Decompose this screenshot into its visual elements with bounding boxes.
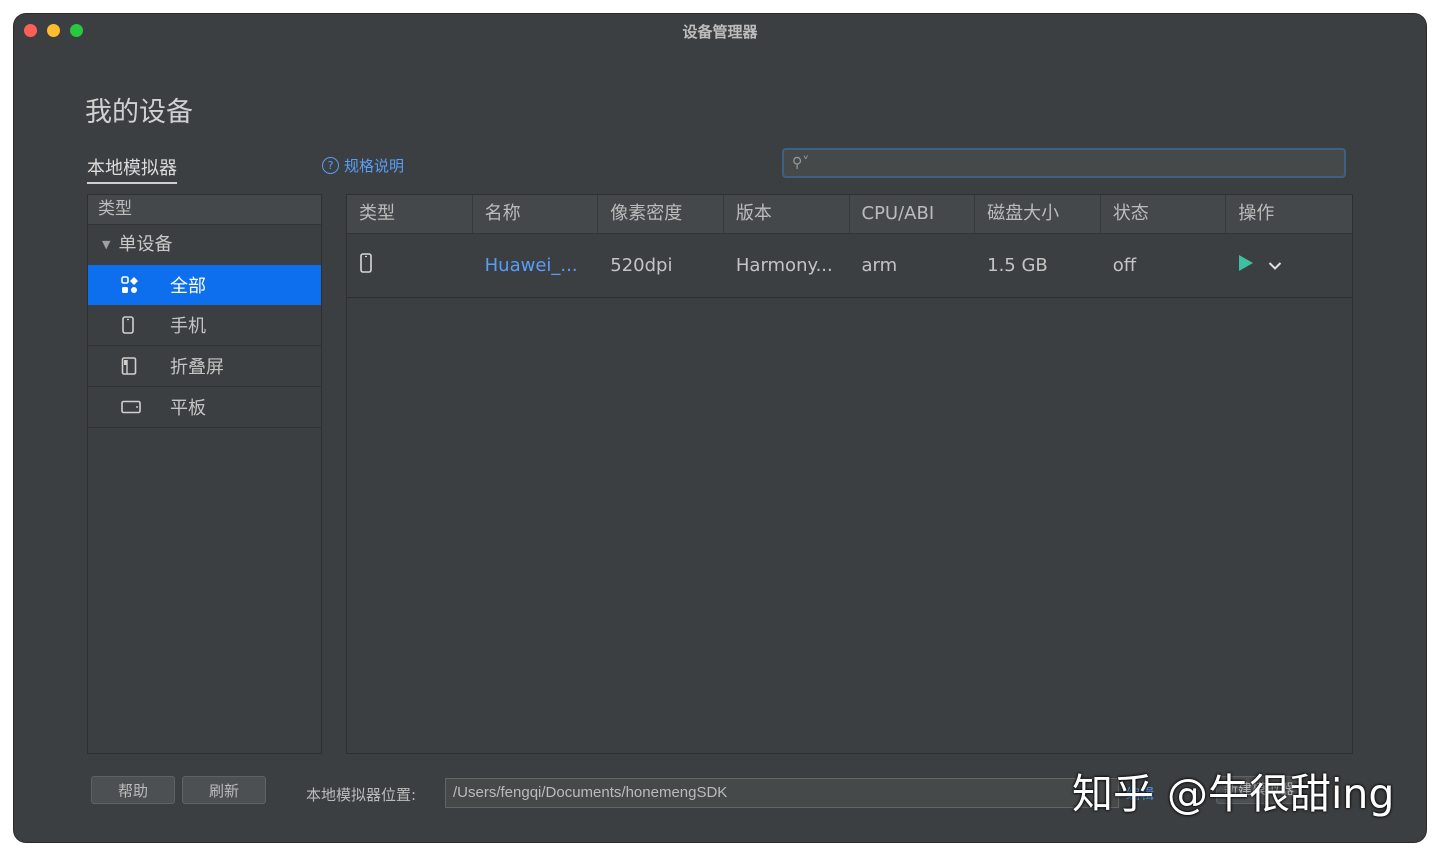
sidebar-item-label: 全部 bbox=[170, 276, 206, 297]
sidebar-item-foldable[interactable]: 折叠屏 bbox=[88, 346, 321, 387]
sidebar-item-label: 手机 bbox=[170, 316, 206, 337]
titlebar: 设备管理器 bbox=[14, 14, 1426, 46]
cell-version: Harmony... bbox=[735, 255, 833, 276]
search-icon: ⚲˅ bbox=[792, 155, 810, 171]
foldable-icon bbox=[121, 357, 155, 375]
sidebar-group-single-device[interactable]: ▼ 单设备 bbox=[88, 225, 321, 265]
sidebar-item-phone[interactable]: 手机 bbox=[88, 305, 321, 346]
caret-down-icon: ▼ bbox=[102, 238, 111, 251]
cell-actions bbox=[1226, 254, 1352, 277]
sidebar-item-tablet[interactable]: 平板 bbox=[88, 387, 321, 428]
column-header-cpu-abi[interactable]: CPU/ABI bbox=[850, 195, 976, 233]
table-row[interactable]: Huawei_... 520dpi Harmony... arm 1.5 GB … bbox=[347, 234, 1352, 298]
cell-type bbox=[347, 253, 473, 278]
column-header-disk-size[interactable]: 磁盘大小 bbox=[975, 195, 1101, 233]
cell-disk-size: 1.5 GB bbox=[987, 255, 1048, 276]
column-header-actions: 操作 bbox=[1238, 203, 1275, 224]
spec-help-label: 规格说明 bbox=[344, 157, 405, 175]
cell-name[interactable]: Huawei_... bbox=[473, 255, 599, 276]
column-header-version[interactable]: 版本 bbox=[724, 195, 850, 233]
column-header-status[interactable]: 状态 bbox=[1101, 195, 1227, 233]
cell-status: off bbox=[1112, 255, 1137, 276]
sidebar-item-label: 平板 bbox=[170, 398, 206, 419]
sidebar-group-label: 单设备 bbox=[118, 234, 173, 255]
phone-icon bbox=[121, 316, 155, 334]
column-header-density[interactable]: 像素密度 bbox=[598, 195, 724, 233]
emulator-location-label: 本地模拟器位置: bbox=[306, 786, 417, 804]
sidebar-item-all[interactable]: 全部 bbox=[88, 265, 321, 305]
cell-density: 520dpi bbox=[610, 255, 673, 276]
question-icon: ? bbox=[322, 157, 339, 174]
device-type-sidebar: 类型 ▼ 单设备 全部 手机 折叠屏 平板 bbox=[87, 194, 322, 754]
emulator-location-field[interactable]: /Users/fengqi/Documents/honemengSDK bbox=[445, 778, 1119, 808]
column-header-name[interactable]: 名称 bbox=[473, 195, 599, 233]
sidebar-item-label: 折叠屏 bbox=[170, 357, 224, 378]
tab-local-emulator[interactable]: 本地模拟器 bbox=[87, 154, 177, 184]
help-button[interactable]: 帮助 bbox=[91, 776, 175, 804]
chevron-down-icon[interactable] bbox=[1268, 255, 1282, 276]
page-title: 我的设备 bbox=[85, 97, 193, 128]
cell-cpu-abi: arm bbox=[861, 255, 898, 276]
window-title: 设备管理器 bbox=[682, 23, 758, 41]
play-icon[interactable] bbox=[1238, 254, 1254, 277]
tablet-icon bbox=[121, 400, 155, 414]
spec-help-link[interactable]: ? 规格说明 bbox=[322, 155, 404, 176]
device-manager-window: 设备管理器 我的设备 本地模拟器 ? 规格说明 ⚲˅ 类型 ▼ 单设备 全部 手… bbox=[14, 14, 1426, 842]
column-header-type[interactable]: 类型 bbox=[347, 195, 473, 233]
sidebar-header: 类型 bbox=[88, 195, 321, 225]
refresh-button[interactable]: 刷新 bbox=[182, 776, 266, 804]
device-table: 类型 名称 像素密度 版本 CPU/ABI 磁盘大小 状态 操作 Huawei_… bbox=[346, 194, 1353, 754]
phone-icon bbox=[359, 253, 373, 278]
table-header: 类型 名称 像素密度 版本 CPU/ABI 磁盘大小 状态 操作 bbox=[347, 195, 1352, 234]
watermark: 知乎 @牛很甜ing bbox=[1072, 770, 1395, 818]
grid-icon bbox=[121, 276, 155, 294]
search-input[interactable]: ⚲˅ bbox=[782, 148, 1346, 178]
